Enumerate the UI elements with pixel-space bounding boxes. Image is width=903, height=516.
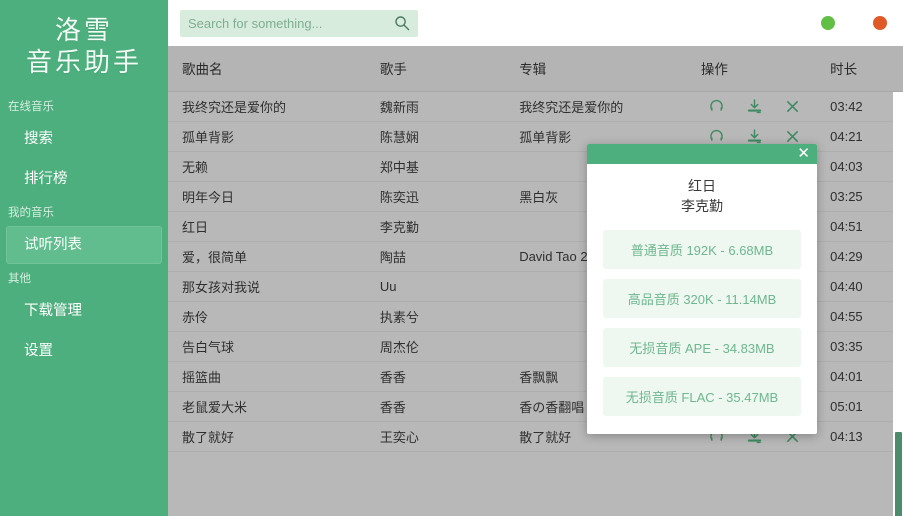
sidebar-item-download-manager[interactable]: 下载管理 bbox=[6, 292, 162, 330]
search-input[interactable] bbox=[188, 16, 394, 31]
sidebar-group-my-music: 我的音乐 bbox=[0, 200, 168, 224]
cell-duration: 04:03 bbox=[816, 151, 903, 181]
modal-body: 红日 李克勤 普通音质 192K - 6.68MB 高品音质 320K - 11… bbox=[587, 164, 817, 434]
sidebar: 洛雪 音乐助手 在线音乐 搜索 排行榜 我的音乐 试听列表 其他 下载管理 设置 bbox=[0, 0, 168, 516]
cell-duration: 03:42 bbox=[816, 91, 903, 121]
sidebar-item-label: 排行榜 bbox=[24, 171, 68, 187]
cell-artist: 周杰伦 bbox=[366, 331, 505, 361]
cell-song-name: 摇篮曲 bbox=[168, 361, 366, 391]
cell-artist: 陈奕迅 bbox=[366, 181, 505, 211]
sidebar-item-search[interactable]: 搜索 bbox=[6, 120, 162, 158]
cell-song-name: 我终究还是爱你的 bbox=[168, 91, 366, 121]
cell-song-name: 红日 bbox=[168, 211, 366, 241]
table-header: 歌曲名 歌手 专辑 操作 时长 bbox=[168, 46, 903, 91]
sidebar-item-label: 试听列表 bbox=[24, 237, 82, 253]
brand-line-1: 洛雪 bbox=[0, 14, 168, 46]
column-header-song-name[interactable]: 歌曲名 bbox=[168, 46, 366, 91]
cell-duration: 04:01 bbox=[816, 361, 903, 391]
modal-header: ✕ bbox=[587, 144, 817, 164]
cell-duration: 04:13 bbox=[816, 421, 903, 451]
cell-duration: 03:35 bbox=[816, 331, 903, 361]
download-icon[interactable] bbox=[745, 96, 765, 116]
sidebar-group-online-music: 在线音乐 bbox=[0, 94, 168, 118]
cell-song-name: 明年今日 bbox=[168, 181, 366, 211]
cell-duration: 04:40 bbox=[816, 271, 903, 301]
cell-artist: Uu bbox=[366, 271, 505, 301]
headphones-icon[interactable] bbox=[707, 126, 727, 146]
cell-actions bbox=[687, 91, 816, 121]
cell-song-name: 无赖 bbox=[168, 151, 366, 181]
column-header-actions: 操作 bbox=[687, 46, 816, 91]
app-window: 洛雪 音乐助手 在线音乐 搜索 排行榜 我的音乐 试听列表 其他 下载管理 设置 bbox=[0, 0, 903, 516]
quality-option-high[interactable]: 高品音质 320K - 11.14MB bbox=[603, 279, 801, 318]
cell-artist: 执素兮 bbox=[366, 301, 505, 331]
cell-song-name: 散了就好 bbox=[168, 421, 366, 451]
cell-song-name: 爱，很简单 bbox=[168, 241, 366, 271]
sidebar-nav: 在线音乐 搜索 排行榜 我的音乐 试听列表 其他 下载管理 设置 bbox=[0, 94, 168, 370]
cell-artist: 郑中基 bbox=[366, 151, 505, 181]
sidebar-item-playlist[interactable]: 试听列表 bbox=[6, 226, 162, 264]
cell-duration: 04:29 bbox=[816, 241, 903, 271]
sidebar-item-ranking[interactable]: 排行榜 bbox=[6, 160, 162, 198]
close-button[interactable] bbox=[873, 16, 887, 30]
cell-artist: 李克勤 bbox=[366, 211, 505, 241]
cell-album: 我终究还是爱你的 bbox=[505, 91, 687, 121]
download-icon[interactable] bbox=[745, 126, 765, 146]
sidebar-item-settings[interactable]: 设置 bbox=[6, 332, 162, 370]
app-logo: 洛雪 音乐助手 bbox=[0, 0, 168, 78]
cell-artist: 陈慧娴 bbox=[366, 121, 505, 151]
topbar bbox=[168, 0, 903, 46]
brand-line-2: 音乐助手 bbox=[0, 46, 168, 78]
cell-song-name: 那女孩对我说 bbox=[168, 271, 366, 301]
scrollbar-thumb[interactable] bbox=[895, 432, 902, 516]
column-header-album[interactable]: 专辑 bbox=[505, 46, 687, 91]
cell-song-name: 告白气球 bbox=[168, 331, 366, 361]
cell-duration: 04:21 bbox=[816, 121, 903, 151]
vertical-scrollbar[interactable] bbox=[893, 92, 903, 516]
cell-artist: 魏新雨 bbox=[366, 91, 505, 121]
cell-duration: 04:51 bbox=[816, 211, 903, 241]
cell-artist: 香香 bbox=[366, 391, 505, 421]
remove-icon[interactable] bbox=[783, 126, 803, 146]
quality-option-standard[interactable]: 普通音质 192K - 6.68MB bbox=[603, 230, 801, 269]
table-header-row: 歌曲名 歌手 专辑 操作 时长 bbox=[168, 46, 903, 91]
quality-option-flac[interactable]: 无损音质 FLAC - 35.47MB bbox=[603, 377, 801, 416]
cell-duration: 05:01 bbox=[816, 391, 903, 421]
cell-duration: 03:25 bbox=[816, 181, 903, 211]
download-quality-modal: ✕ 红日 李克勤 普通音质 192K - 6.68MB 高品音质 320K - … bbox=[587, 144, 817, 434]
sidebar-item-label: 搜索 bbox=[24, 131, 53, 147]
sidebar-item-label: 下载管理 bbox=[24, 303, 82, 319]
cell-duration: 04:55 bbox=[816, 301, 903, 331]
remove-icon[interactable] bbox=[783, 96, 803, 116]
cell-artist: 香香 bbox=[366, 361, 505, 391]
search-box[interactable] bbox=[180, 10, 418, 37]
cell-artist: 王奕心 bbox=[366, 421, 505, 451]
modal-song-artist: 李克勤 bbox=[603, 196, 801, 216]
sidebar-item-label: 设置 bbox=[24, 343, 53, 359]
column-header-duration[interactable]: 时长 bbox=[816, 46, 903, 91]
modal-song-title: 红日 bbox=[603, 176, 801, 196]
headphones-icon[interactable] bbox=[707, 96, 727, 116]
table-row[interactable]: 我终究还是爱你的魏新雨我终究还是爱你的 03:42 bbox=[168, 91, 903, 121]
minimize-button[interactable] bbox=[821, 16, 835, 30]
search-icon[interactable] bbox=[394, 15, 410, 31]
cell-song-name: 老鼠爱大米 bbox=[168, 391, 366, 421]
cell-song-name: 赤伶 bbox=[168, 301, 366, 331]
quality-option-ape[interactable]: 无损音质 APE - 34.83MB bbox=[603, 328, 801, 367]
sidebar-group-other: 其他 bbox=[0, 266, 168, 290]
cell-artist: 陶喆 bbox=[366, 241, 505, 271]
cell-song-name: 孤单背影 bbox=[168, 121, 366, 151]
close-icon[interactable]: ✕ bbox=[797, 145, 810, 163]
window-controls bbox=[821, 0, 887, 46]
main-panel: 歌曲名 歌手 专辑 操作 时长 我终究还是爱你的魏新雨我终究还是爱你的 03:42… bbox=[168, 0, 903, 516]
column-header-artist[interactable]: 歌手 bbox=[366, 46, 505, 91]
